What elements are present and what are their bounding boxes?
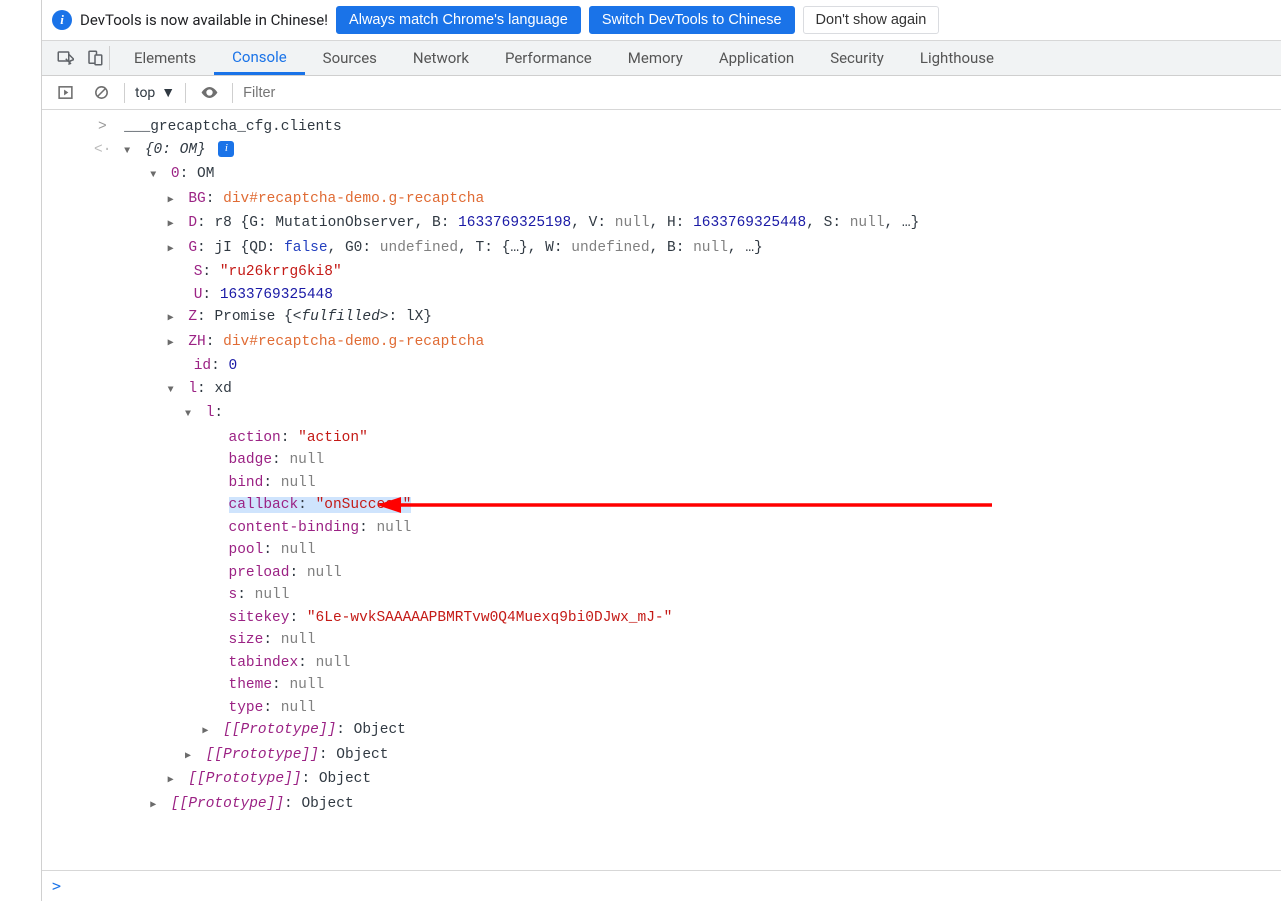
tree-node[interactable]: [[Prototype]]: Object [42, 719, 1281, 744]
tree-node[interactable]: [[Prototype]]: Object [42, 744, 1281, 769]
tree-leaf: size: null [42, 629, 1281, 652]
inspect-element-icon[interactable] [50, 49, 80, 67]
tab-security[interactable]: Security [812, 41, 902, 75]
console-output[interactable]: > ___grecaptcha_cfg.clients <· {0: OM} i… [42, 110, 1281, 871]
tab-memory[interactable]: Memory [610, 41, 701, 75]
tree-leaf: type: null [42, 697, 1281, 720]
console-filter-input[interactable] [243, 81, 1281, 105]
tab-network[interactable]: Network [395, 41, 487, 75]
chevron-down-icon: ▼ [161, 84, 175, 101]
tree-leaf: action: "action" [42, 427, 1281, 450]
tab-elements[interactable]: Elements [116, 41, 214, 75]
switch-language-button[interactable]: Switch DevTools to Chinese [589, 6, 795, 34]
live-expression-eye-icon[interactable] [196, 80, 222, 106]
tree-node[interactable]: Z: Promise {<fulfilled>: lX} [42, 306, 1281, 331]
toolbar-separator [232, 83, 233, 103]
tree-leaf: tabindex: null [42, 652, 1281, 675]
infobar-message: DevTools is now available in Chinese! [80, 11, 328, 29]
toggle-drawer-icon[interactable] [52, 80, 78, 106]
tree-leaf: content-binding: null [42, 517, 1281, 540]
tree-leaf: badge: null [42, 449, 1281, 472]
tree-leaf: U: 1633769325448 [42, 284, 1281, 307]
dont-show-again-button[interactable]: Don't show again [803, 6, 940, 34]
tree-leaf: preload: null [42, 562, 1281, 585]
tree-leaf: s: null [42, 584, 1281, 607]
console-toolbar: top ▼ [42, 76, 1281, 110]
console-input-echo: > ___grecaptcha_cfg.clients [42, 116, 1281, 139]
tab-sources[interactable]: Sources [305, 41, 395, 75]
tab-application[interactable]: Application [701, 41, 812, 75]
tab-lighthouse[interactable]: Lighthouse [902, 41, 1012, 75]
window-left-gutter [0, 0, 42, 901]
always-match-language-button[interactable]: Always match Chrome's language [336, 6, 581, 34]
tree-leaf: theme: null [42, 674, 1281, 697]
tree-leaf: sitekey: "6Le-wvkSAAAAAPBMRTvw0Q4Muexq9b… [42, 607, 1281, 630]
tab-console[interactable]: Console [214, 41, 305, 75]
toolbar-separator [124, 83, 125, 103]
info-icon: i [52, 10, 72, 30]
context-label: top [135, 85, 155, 101]
tree-node[interactable]: D: r8 {G: MutationObserver, B: 163376932… [42, 212, 1281, 237]
result-root[interactable]: <· {0: OM} i [42, 139, 1281, 164]
tree-node[interactable]: ZH: div#recaptcha-demo.g-recaptcha [42, 331, 1281, 356]
devtools-tabstrip: Elements Console Sources Network Perform… [42, 41, 1281, 76]
devtools-infobar: i DevTools is now available in Chinese! … [42, 0, 1281, 41]
clear-console-icon[interactable] [88, 80, 114, 106]
tree-leaf: id: 0 [42, 355, 1281, 378]
device-toggle-icon[interactable] [80, 46, 110, 70]
toolbar-separator [185, 83, 186, 103]
tree-node[interactable]: l: [42, 402, 1281, 427]
tree-node[interactable]: 0: OM [42, 163, 1281, 188]
tree-leaf: bind: null [42, 472, 1281, 495]
tree-leaf-callback: callback: "onSuccess" [42, 494, 1281, 517]
context-selector[interactable]: top ▼ [135, 84, 175, 101]
tree-node[interactable]: l: xd [42, 378, 1281, 403]
tab-performance[interactable]: Performance [487, 41, 610, 75]
tree-leaf: S: "ru26krrg6ki8" [42, 261, 1281, 284]
tree-node[interactable]: BG: div#recaptcha-demo.g-recaptcha [42, 188, 1281, 213]
console-prompt[interactable]: > [42, 871, 1281, 901]
tree-node[interactable]: [[Prototype]]: Object [42, 768, 1281, 793]
info-icon[interactable]: i [218, 141, 234, 157]
tree-leaf: pool: null [42, 539, 1281, 562]
tree-node[interactable]: [[Prototype]]: Object [42, 793, 1281, 818]
tree-node[interactable]: G: jI {QD: false, G0: undefined, T: {…},… [42, 237, 1281, 262]
